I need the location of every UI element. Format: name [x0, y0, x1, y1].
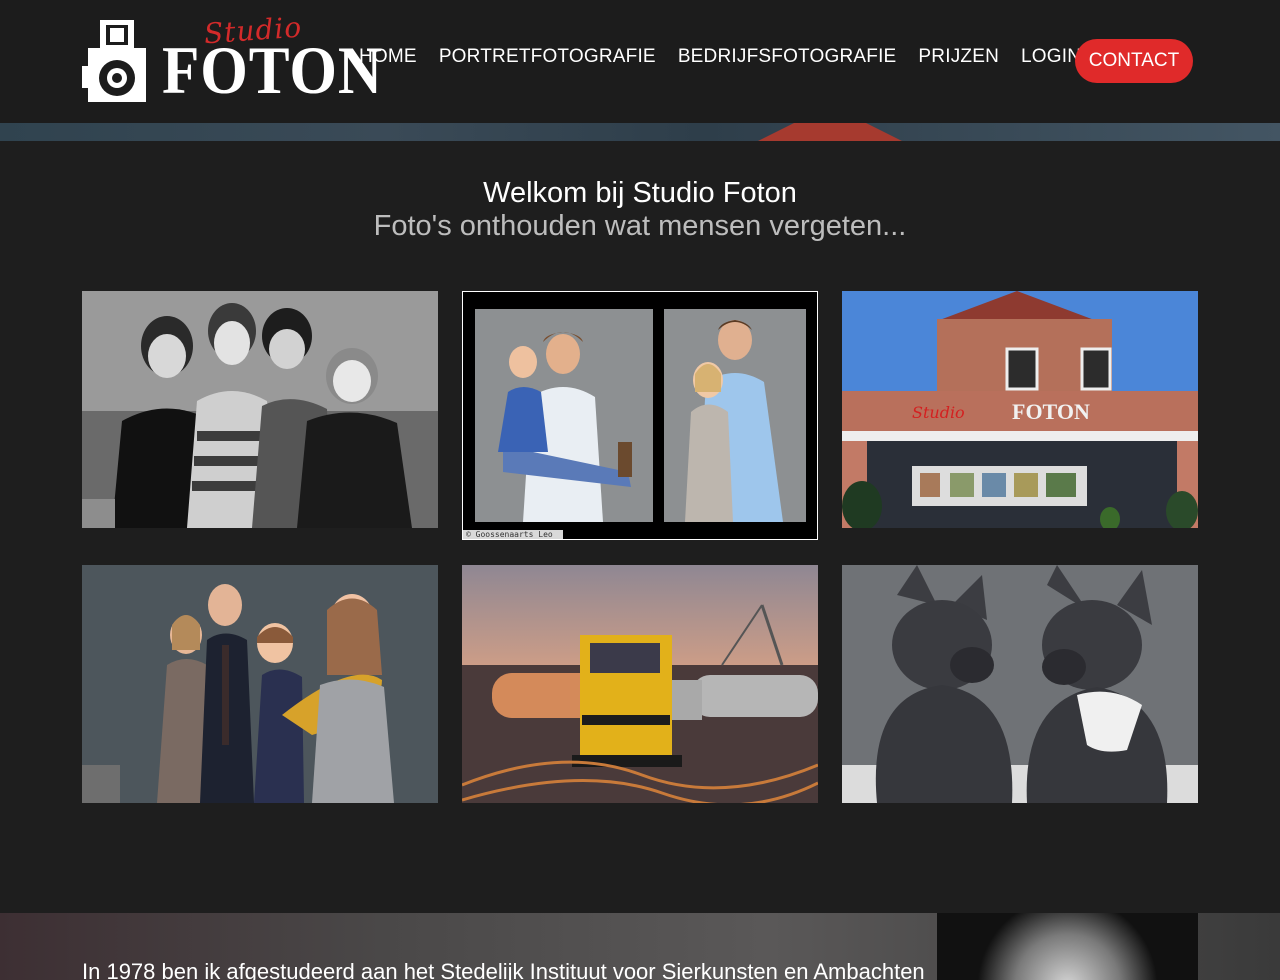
about-text: In 1978 ben ik afgestudeerd aan het Sted… [82, 959, 925, 980]
gallery-photo-family-color[interactable] [82, 565, 438, 803]
about-portrait-photo [937, 913, 1198, 980]
nav-home[interactable]: HOME [359, 46, 417, 68]
site-header: Studio FOTON HOME PORTRETFOTOGRAFIE BEDR… [0, 0, 1280, 123]
nav-prijzen[interactable]: PRIJZEN [918, 46, 999, 68]
roof-shape [758, 123, 902, 141]
train-illustration [462, 565, 818, 803]
main-nav: HOME PORTRETFOTOGRAFIE BEDRIJFSFOTOGRAFI… [359, 46, 1103, 68]
nav-login[interactable]: LOGIN [1021, 46, 1081, 68]
nav-portretfotografie[interactable]: PORTRETFOTOGRAFIE [439, 46, 656, 68]
welcome-subtitle: Foto's onthouden wat mensen vergeten... [373, 210, 907, 242]
welcome-title: Welkom bij Studio Foton [483, 177, 797, 209]
gallery-photo-train[interactable] [462, 565, 818, 803]
contact-button[interactable]: CONTACT [1075, 39, 1193, 83]
welcome-section: Welkom bij Studio Foton Foto's onthouden… [0, 175, 1280, 241]
gallery-photo-studio-portraits[interactable]: © Goossenaarts Leo [462, 291, 818, 540]
camera-logo-icon [82, 20, 146, 102]
photo-credit-text: © Goossenaarts Leo [466, 530, 553, 539]
nav-bedrijfsfotografie[interactable]: BEDRIJFSFOTOGRAFIE [678, 46, 897, 68]
logo-wordmark: FOTON [162, 32, 384, 108]
studio-portraits-illustration: © Goossenaarts Leo [463, 292, 817, 539]
gallery-photo-bulldogs[interactable] [842, 565, 1198, 803]
gallery-photo-family-bw[interactable] [82, 291, 438, 528]
building-sign-word: FOTON [1012, 399, 1090, 424]
studio-foton-logo[interactable]: Studio FOTON [82, 11, 382, 106]
studio-building-illustration: Studio FOTON [842, 291, 1198, 528]
building-sign-script: Studio [912, 403, 965, 422]
gallery-photo-studio-building[interactable]: Studio FOTON [842, 291, 1198, 528]
hero-background-strip [0, 123, 1280, 141]
family-color-illustration [82, 565, 438, 803]
bulldogs-illustration [842, 565, 1198, 803]
about-section: In 1978 ben ik afgestudeerd aan het Sted… [0, 913, 1280, 980]
family-bw-illustration [82, 291, 438, 528]
